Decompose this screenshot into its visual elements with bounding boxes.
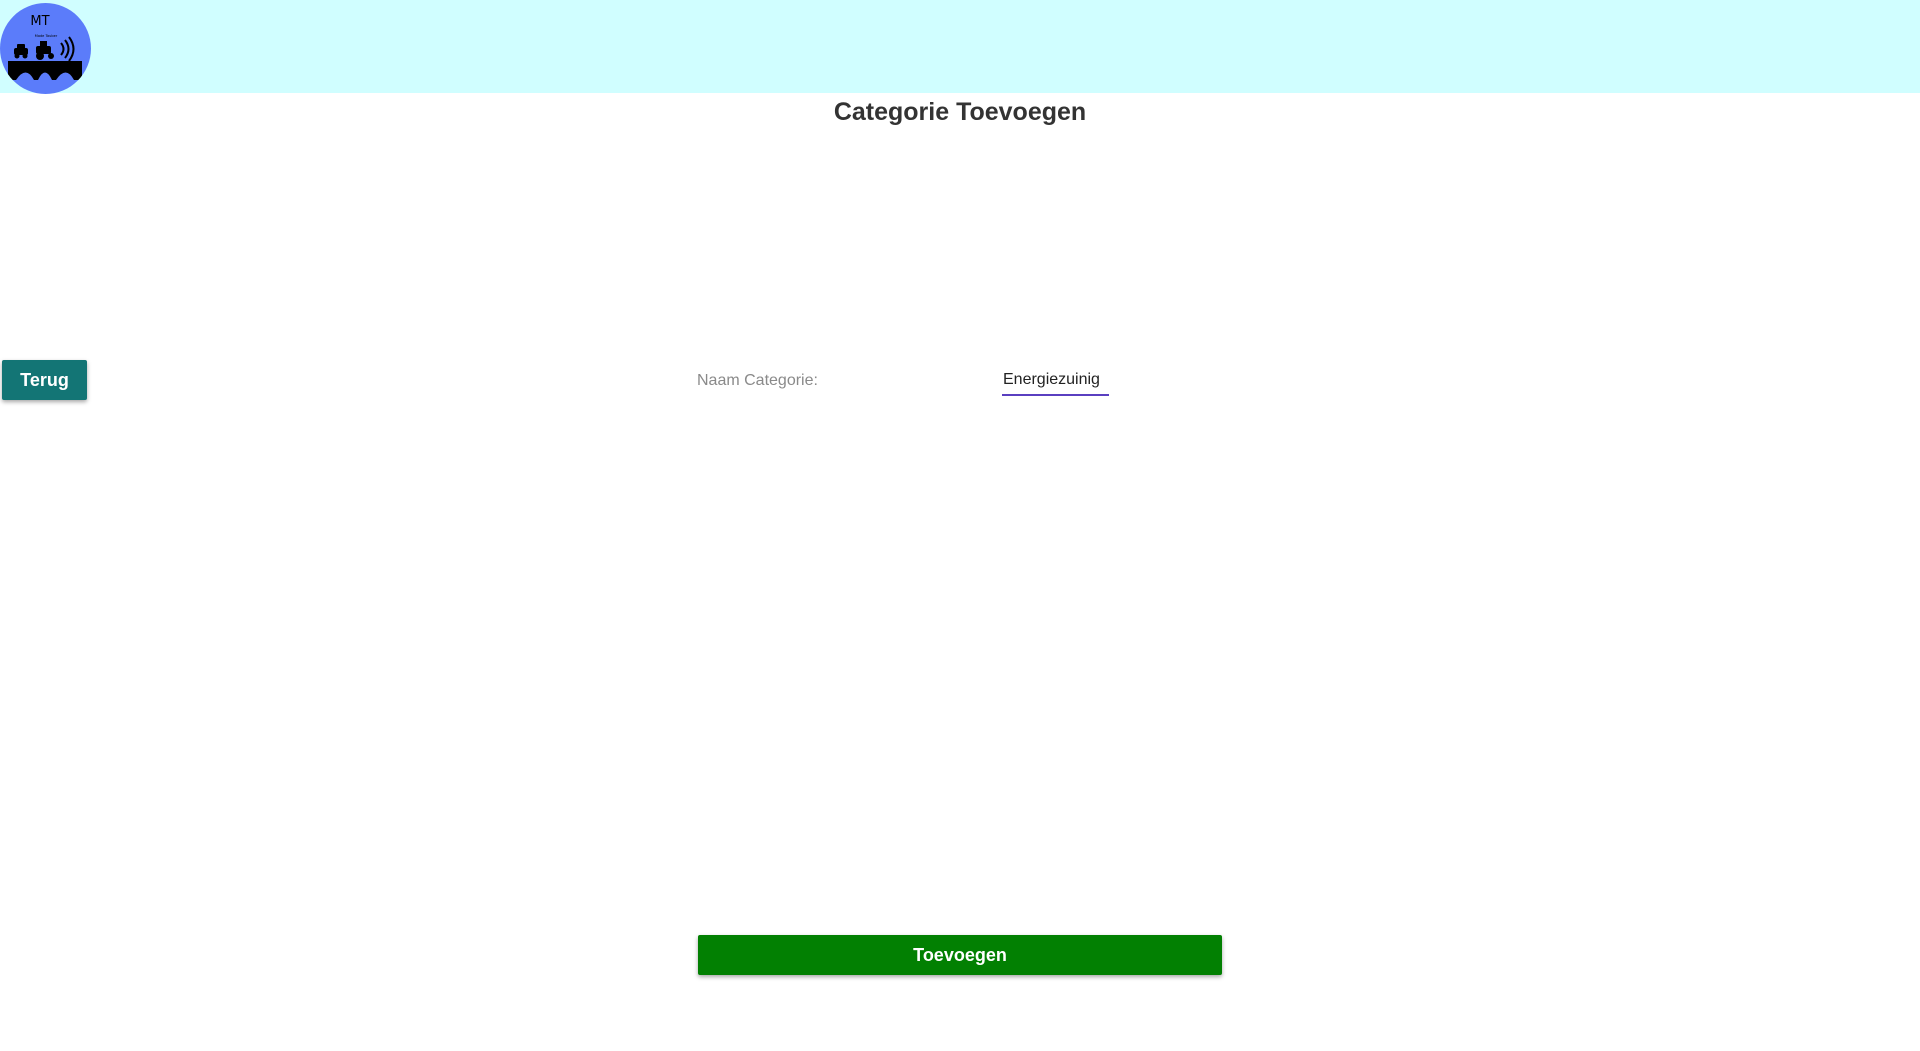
header-bar: MT Made Tauber xyxy=(0,0,1920,94)
category-name-label: Naam Categorie: xyxy=(697,372,818,389)
add-category-button[interactable]: Toevoegen xyxy=(698,935,1222,975)
mt-logo-icon[interactable]: MT Made Tauber xyxy=(0,3,91,94)
svg-text:MT: MT xyxy=(30,14,49,29)
svg-text:Made Tauber: Made Tauber xyxy=(35,34,58,38)
page: MT Made Tauber Categorie Toevoegen Terug… xyxy=(0,0,1920,1051)
page-title: Categorie Toevoegen xyxy=(833,98,1087,126)
back-button[interactable]: Terug xyxy=(2,360,87,400)
category-name-input[interactable] xyxy=(1002,366,1109,396)
